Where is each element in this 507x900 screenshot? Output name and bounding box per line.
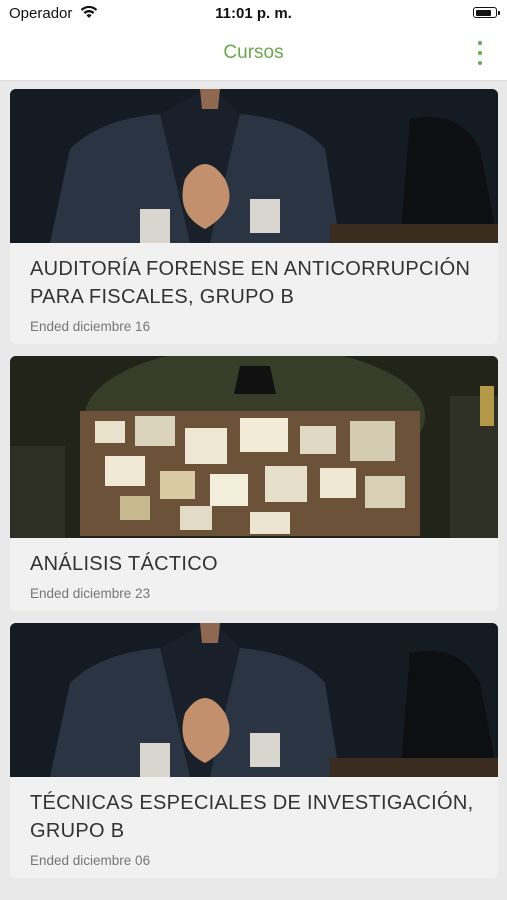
course-date: Ended diciembre 23 — [30, 586, 151, 601]
more-vert-icon[interactable] — [475, 41, 485, 65]
page-title: Cursos — [223, 42, 284, 63]
course-info: AUDITORÍA FORENSE EN ANTICORRUPCIÓN PARA… — [10, 243, 498, 344]
course-card[interactable]: TÉCNICAS ESPECIALES DE INVESTIGACIÓN, GR… — [10, 623, 498, 878]
battery-icon — [473, 7, 500, 18]
course-title: TÉCNICAS ESPECIALES DE INVESTIGACIÓN, GR… — [30, 792, 474, 842]
status-time: 11:01 p. m. — [215, 5, 292, 22]
course-info: ANÁLISIS TÁCTICO Ended diciembre 23 — [10, 538, 498, 611]
course-title: ANÁLISIS TÁCTICO — [30, 553, 218, 575]
man-in-suit-photo — [10, 623, 498, 777]
course-list: AUDITORÍA FORENSE EN ANTICORRUPCIÓN PARA… — [10, 89, 498, 890]
course-title: AUDITORÍA FORENSE EN ANTICORRUPCIÓN PARA… — [30, 258, 471, 308]
status-bar: Operador 11:01 p. m. — [0, 0, 507, 28]
course-card[interactable]: ANÁLISIS TÁCTICO Ended diciembre 23 — [10, 356, 498, 611]
course-info: TÉCNICAS ESPECIALES DE INVESTIGACIÓN, GR… — [10, 777, 498, 878]
course-date: Ended diciembre 06 — [30, 853, 151, 868]
man-in-suit-photo — [10, 89, 498, 243]
course-card[interactable]: AUDITORÍA FORENSE EN ANTICORRUPCIÓN PARA… — [10, 89, 498, 344]
evidence-board-photo — [10, 356, 498, 538]
course-date: Ended diciembre 16 — [30, 319, 151, 334]
app-bar: Cursos — [0, 28, 507, 81]
